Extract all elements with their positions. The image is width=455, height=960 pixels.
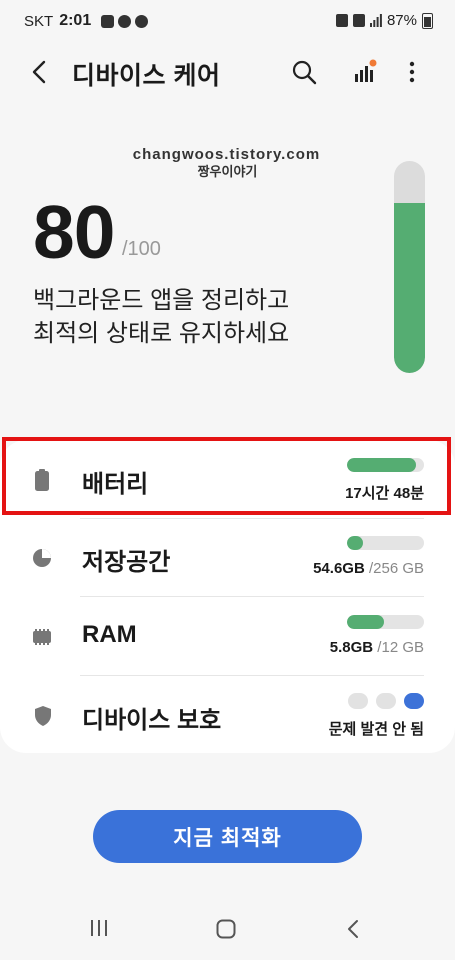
battery-icon [422,12,433,29]
storage-used: 54.6GB [313,560,365,577]
ram-bar-fill [347,615,384,629]
watermark-url: changwoos.tistory.com [132,146,321,163]
talk-icon [135,14,149,28]
device-protection-row[interactable]: 디바이스 보호 문제 발견 안 됨 [0,676,455,754]
score-max: /100 [122,238,161,260]
ram-used: 5.8GB [329,639,374,656]
home-icon[interactable] [216,919,236,939]
device-protection-label: 디바이스 보호 [82,707,222,734]
recent-apps-icon[interactable] [89,919,109,937]
more-vert-icon[interactable] [402,58,422,86]
battery-label: 배터리 [82,471,149,498]
pie-chart-icon [33,549,51,567]
watermark: changwoos.tistory.com 짱우이야기 [0,146,455,180]
status-bar: SKT 2:01 87% [0,0,455,44]
status-dot [376,693,396,709]
ram-usage: 5.8GB /12 GB [330,639,424,656]
storage-usage: 54.6GB /256 GB [313,560,424,577]
clock: 2:01 [59,12,92,29]
storage-label: 저장공간 [82,549,171,576]
watermark-blog-name: 짱우이야기 [197,164,258,179]
optimize-now-button[interactable]: 지금 최적화 [93,810,362,863]
gallery-icon [101,14,115,28]
shield-icon [35,706,51,726]
battery-time-remaining: 17시간 48분 [345,482,424,503]
battery-icon [35,469,49,491]
score-message-line1: 백그라운드 앱을 정리하고 [33,287,290,314]
storage-row[interactable]: 저장공간 54.6GB /256 GB [0,518,455,596]
score-message-line2: 최적의 상태로 유지하세요 [33,320,290,347]
chat-icon [118,14,132,28]
app-bar: 디바이스 케어 [0,44,455,100]
page-title: 디바이스 케어 [72,62,221,90]
notification-dot [369,59,377,67]
memory-chip-icon [33,629,51,645]
storage-bar-fill [347,536,364,550]
battery-bar-fill [347,458,417,472]
storage-bar [347,536,424,550]
device-score: 80 [33,190,115,274]
search-icon[interactable] [290,58,318,86]
carrier-label: SKT [24,12,54,30]
battery-bar [347,458,424,472]
ram-total: /12 GB [373,639,424,656]
5g-icon [352,14,365,27]
device-care-card: 배터리 17시간 48분 저장공간 54.6GB /256 GB RAM 5.8… [0,440,455,753]
status-dot [348,693,368,709]
ram-label: RAM [82,621,137,648]
score-message: 백그라운드 앱을 정리하고 최적의 상태로 유지하세요 [33,284,363,350]
storage-total: /256 GB [364,560,424,577]
signal-icon [369,14,382,27]
alarm-icon [335,14,348,27]
protection-status-dots [348,693,424,709]
battery-row[interactable]: 배터리 17시간 48분 [0,440,455,518]
divider [80,518,424,519]
navigation-bar [0,900,455,960]
battery-value: 17시간 48분 [345,485,424,502]
status-dot-active [404,693,424,709]
signal-bars-icon[interactable] [350,58,378,86]
ram-row[interactable]: RAM 5.8GB /12 GB [0,597,455,675]
score-gauge [394,161,425,373]
score-gauge-fill [394,203,425,373]
nav-back-icon[interactable] [346,919,360,939]
battery-percent: 87% [386,12,417,29]
back-icon[interactable] [26,58,54,86]
protection-status: 문제 발견 안 됨 [328,721,424,738]
ram-bar [347,615,424,629]
